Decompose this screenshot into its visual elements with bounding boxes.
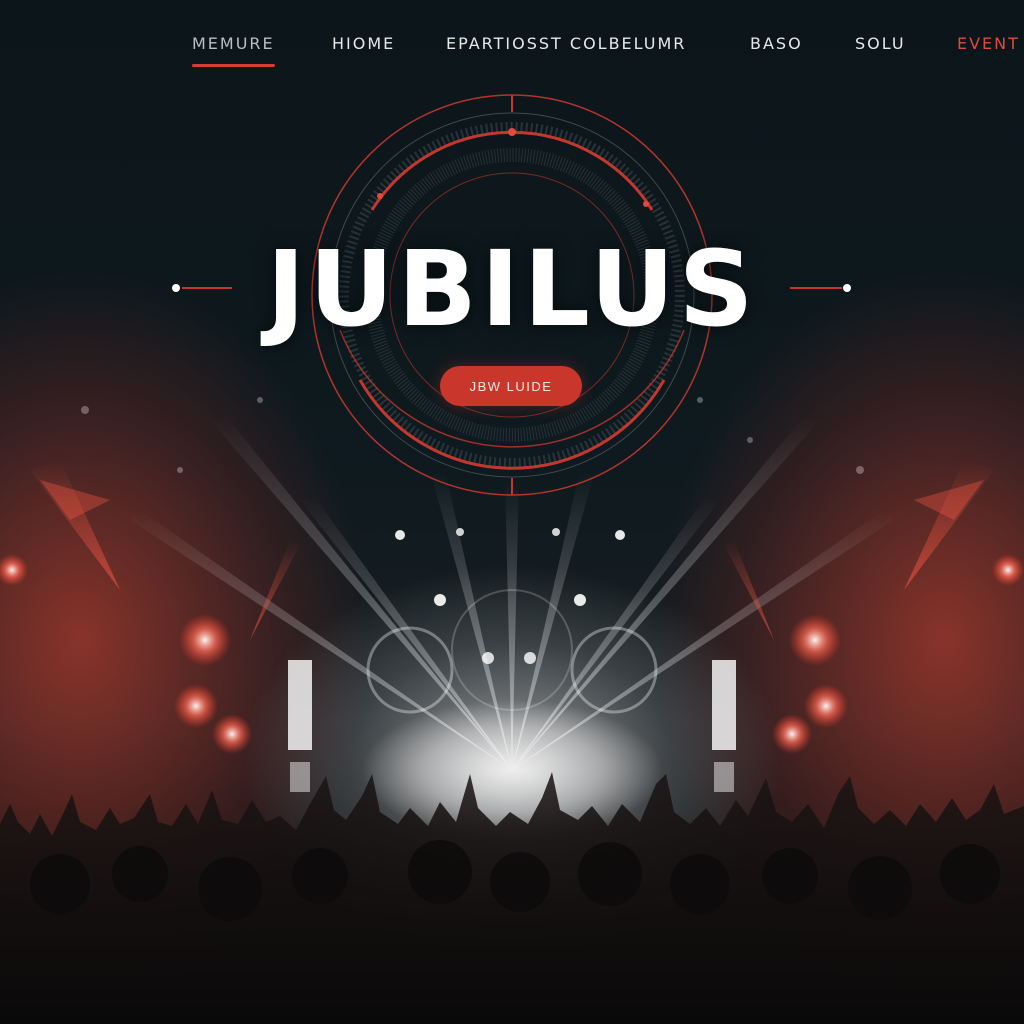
nav-item-epartiosst-colbelumr[interactable]: EPARTIOSST COLBELUMR bbox=[446, 34, 686, 53]
nav-item-solu[interactable]: SOLU bbox=[855, 34, 906, 53]
nav-item-baso[interactable]: BASO bbox=[750, 34, 803, 53]
nav-item-memure[interactable]: MEMURE bbox=[192, 34, 275, 67]
crowd-silhouette bbox=[0, 772, 1024, 1024]
hero-cta-button[interactable]: JBW LUIDE bbox=[440, 366, 582, 406]
nav-item-event[interactable]: EVENT bbox=[957, 34, 1020, 53]
left-led-screen bbox=[288, 660, 312, 750]
hero-title: JUBILUS bbox=[266, 228, 758, 350]
concert-hero-background: MEMURE HIOME EPARTIOSST COLBELUMR BASO S… bbox=[0, 0, 1024, 1024]
right-led-screen bbox=[712, 660, 736, 750]
top-navigation: MEMURE HIOME EPARTIOSST COLBELUMR BASO S… bbox=[0, 0, 1024, 80]
nav-item-hiome[interactable]: HIOME bbox=[332, 34, 395, 53]
